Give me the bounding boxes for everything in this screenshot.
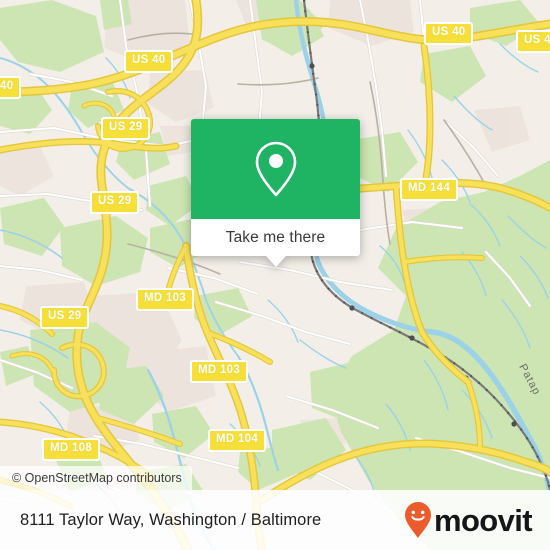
location-pin-icon [255, 141, 296, 197]
osm-attribution[interactable]: © OpenStreetMap contributors [0, 466, 192, 490]
popup-pointer-tail [265, 256, 286, 267]
take-me-there-label: Take me there [225, 228, 326, 246]
shield-40-left: 40 [0, 76, 22, 99]
shield-us-29-a: US 29 [101, 117, 151, 140]
address-label: 8111 Taylor Way, Washington / Baltimore [20, 510, 322, 529]
shield-us-40-b: US 40 [424, 22, 474, 45]
shield-md-103-b: MD 103 [190, 360, 249, 383]
moovit-smiley-pin-icon [404, 502, 431, 538]
shield-md-108: MD 108 [42, 438, 101, 461]
shield-md-103-a: MD 103 [136, 288, 195, 311]
place-popup-card[interactable]: Take me there [191, 119, 360, 267]
shield-us-29-b: US 29 [90, 191, 140, 214]
shield-us-40-c: US 4 [516, 30, 550, 53]
popup-image-area [191, 119, 360, 219]
footer-bar: 8111 Taylor Way, Washington / Baltimore … [0, 490, 550, 550]
shield-us-29-c: US 29 [40, 306, 90, 329]
shield-us-40-a: US 40 [124, 50, 174, 73]
moovit-map-screenshot: US 40 US 40 US 4 40 US 29 US 29 US 29 MD 144 MD … [0, 0, 550, 550]
moovit-wordmark: moovit [433, 502, 533, 538]
popup-action-area[interactable]: Take me there [191, 219, 360, 267]
shield-md-144: MD 144 [400, 178, 459, 201]
shield-md-104: MD 104 [208, 429, 267, 452]
moovit-brand[interactable]: moovit [403, 501, 533, 539]
